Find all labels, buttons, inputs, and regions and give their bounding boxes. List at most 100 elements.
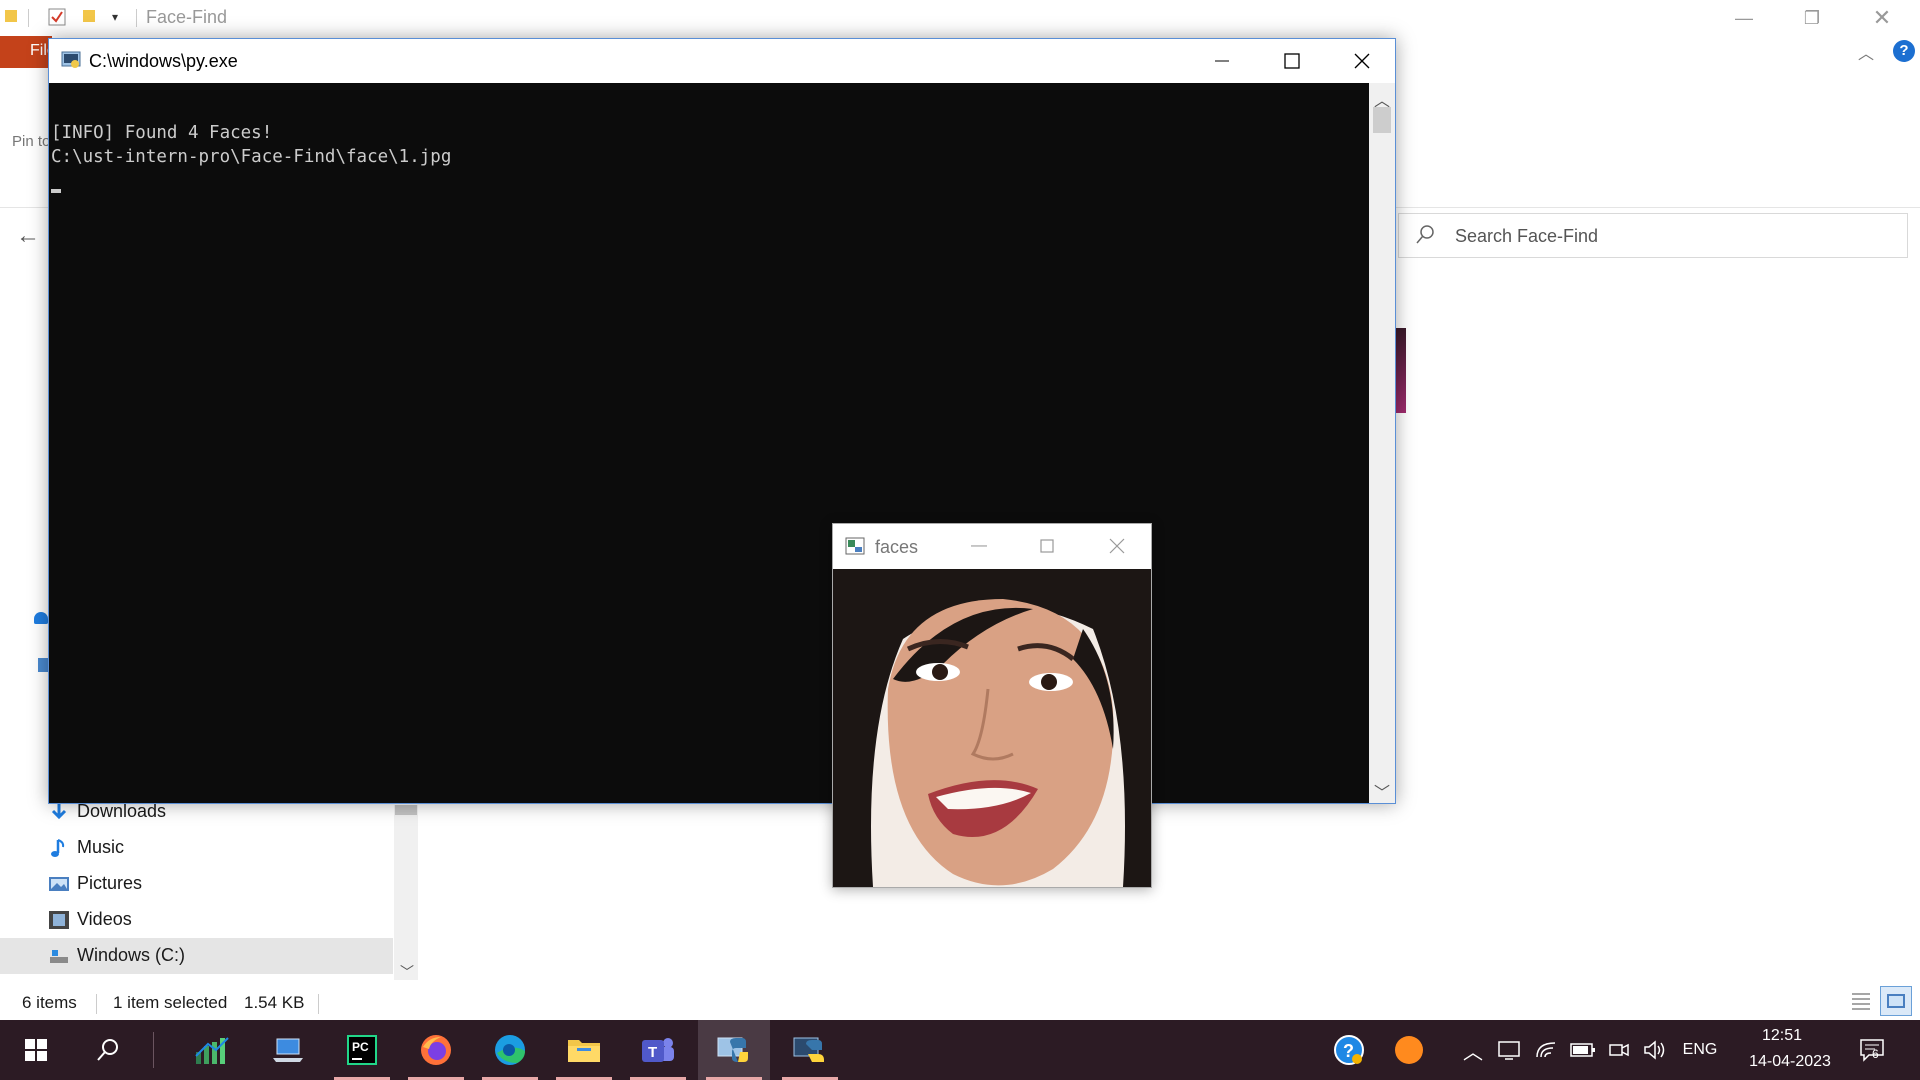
- pictures-icon: [49, 877, 69, 891]
- help-app-icon: ?: [1334, 1035, 1364, 1065]
- nav-item-videos[interactable]: Videos: [0, 902, 393, 938]
- file-thumbnail[interactable]: [1396, 328, 1406, 413]
- taskbar-file-explorer[interactable]: [548, 1020, 620, 1080]
- console-title: C:\windows\py.exe: [89, 51, 238, 71]
- file-tab[interactable]: File: [0, 36, 52, 68]
- taskbar-python-idle[interactable]: [774, 1020, 846, 1080]
- wifi-tray[interactable]: [1530, 1020, 1564, 1080]
- selection-count: 1 item selected: [113, 993, 228, 1012]
- large-icons-view-icon[interactable]: [1880, 986, 1912, 1016]
- search-icon: [97, 1039, 118, 1061]
- windows-logo-icon: [25, 1039, 47, 1061]
- explorer-title: Face-Find: [146, 7, 228, 27]
- taskbar-pycharm[interactable]: PC: [326, 1020, 398, 1080]
- chevron-down-icon[interactable]: ﹀: [400, 962, 414, 982]
- nav-item-windows-c[interactable]: Windows (C:): [0, 938, 393, 974]
- details-view-icon[interactable]: [1850, 990, 1872, 1012]
- scroll-down-icon[interactable]: ﹀: [1374, 779, 1390, 803]
- notification-count: 6: [1872, 1047, 1879, 1061]
- console-close-button[interactable]: [1327, 39, 1397, 83]
- status-divider: [318, 994, 319, 1014]
- explorer-minimize-button[interactable]: —: [1710, 0, 1778, 36]
- music-icon: [51, 839, 65, 857]
- faces-maximize-button[interactable]: [1013, 524, 1081, 568]
- taskbar-edge[interactable]: [474, 1020, 546, 1080]
- clock-time[interactable]: 12:51: [1752, 1027, 1812, 1045]
- clock-date[interactable]: 14-04-2023: [1735, 1053, 1845, 1071]
- back-arrow-icon[interactable]: ←: [16, 222, 40, 250]
- this-pc-icon[interactable]: [38, 658, 48, 672]
- nav-item-music[interactable]: Music: [0, 830, 393, 866]
- language-indicator[interactable]: ENG: [1678, 1020, 1722, 1080]
- nav-label: Windows (C:): [77, 945, 186, 965]
- console-output[interactable]: [INFO] Found 4 Faces! C:\ust-intern-pro\…: [49, 83, 1369, 803]
- new-folder-icon[interactable]: [82, 8, 96, 24]
- onedrive-icon[interactable]: [34, 612, 48, 624]
- faces-minimize-button[interactable]: —: [945, 524, 1013, 568]
- close-icon: [1109, 538, 1125, 554]
- nav-scroll-thumb[interactable]: [395, 805, 417, 815]
- taskbar-firefox[interactable]: [400, 1020, 472, 1080]
- taskbar-stock-app[interactable]: [176, 1020, 248, 1080]
- battery-icon: [1570, 1043, 1595, 1057]
- python-console-icon: [61, 51, 81, 68]
- search-box[interactable]: Search Face-Find: [1398, 213, 1908, 258]
- meet-now-tray[interactable]: [1602, 1020, 1636, 1080]
- opencv-window-icon: [845, 537, 865, 555]
- faces-close-button[interactable]: [1083, 524, 1151, 568]
- python-idle-icon: [793, 1037, 824, 1062]
- orange-circle-icon: [1395, 1036, 1423, 1064]
- faces-titlebar[interactable]: faces —: [833, 524, 1151, 568]
- taskbar-python-launcher[interactable]: [698, 1020, 770, 1080]
- search-input[interactable]: Search Face-Find: [1455, 226, 1598, 247]
- console-minimize-button[interactable]: [1187, 39, 1257, 83]
- selection-size: 1.54 KB: [244, 993, 305, 1012]
- maximize-icon: [1284, 53, 1300, 69]
- volume-icon: [1644, 1040, 1665, 1060]
- help-app-tray[interactable]: ?: [1326, 1020, 1372, 1080]
- taskbar-teams[interactable]: T: [622, 1020, 694, 1080]
- item-count: 6 items: [22, 993, 77, 1012]
- faces-title: faces: [875, 537, 919, 557]
- nav-label: Pictures: [77, 873, 143, 893]
- nav-label: Music: [77, 837, 125, 857]
- minimize-icon: [1215, 60, 1229, 62]
- console-titlebar[interactable]: C:\windows\py.exe: [49, 39, 1395, 83]
- help-icon[interactable]: ?: [1893, 40, 1915, 62]
- orange-app-tray[interactable]: [1386, 1020, 1432, 1080]
- nav-label: Downloads: [77, 801, 167, 821]
- file-explorer-icon: [568, 1040, 600, 1062]
- camera-icon: [1609, 1043, 1629, 1057]
- taskbar-search-button[interactable]: [72, 1020, 144, 1080]
- faces-window[interactable]: faces —: [832, 523, 1152, 888]
- console-window[interactable]: C:\windows\py.exe [INFO] Found 4 Faces! …: [48, 38, 1396, 804]
- text-cursor: [51, 189, 61, 193]
- volume-tray[interactable]: [1638, 1020, 1672, 1080]
- start-button[interactable]: [0, 1020, 72, 1080]
- show-hidden-icons-button[interactable]: ︿: [1458, 1020, 1488, 1080]
- explorer-close-button[interactable]: ✕: [1848, 0, 1916, 36]
- pin-label: Pin to: [12, 133, 51, 150]
- quick-access-dropdown-icon[interactable]: ▾: [112, 10, 118, 24]
- pycharm-icon: PC: [347, 1035, 377, 1065]
- pycharm-label: PC: [352, 1040, 369, 1054]
- drive-icon: [50, 950, 68, 963]
- downloads-icon: [51, 803, 67, 820]
- explorer-restore-button[interactable]: ❐: [1778, 0, 1846, 36]
- console-scroll-thumb[interactable]: [1373, 107, 1391, 133]
- taskbar: PC T ? ︿ ENG 12:51 14-04-2023: [0, 1020, 1920, 1080]
- console-maximize-button[interactable]: [1257, 39, 1327, 83]
- collapse-ribbon-icon[interactable]: ︿: [1858, 40, 1874, 64]
- console-scrollbar[interactable]: ︿ ﹀: [1369, 83, 1395, 803]
- teams-icon: T: [642, 1038, 674, 1062]
- nav-scrollbar[interactable]: [394, 805, 418, 980]
- battery-tray[interactable]: [1566, 1020, 1600, 1080]
- wifi-icon: [1536, 1042, 1556, 1058]
- explorer-titlebar: ▾ Face-Find — ❐ ✕: [0, 0, 1920, 36]
- status-bar: 6 items 1 item selected 1.54 KB: [0, 988, 1920, 1020]
- nav-item-pictures[interactable]: Pictures: [0, 866, 393, 902]
- stock-chart-app-icon: [195, 1037, 229, 1064]
- taskbar-laptop-app[interactable]: [252, 1020, 324, 1080]
- display-tray[interactable]: [1492, 1020, 1526, 1080]
- properties-check-icon[interactable]: [48, 8, 66, 26]
